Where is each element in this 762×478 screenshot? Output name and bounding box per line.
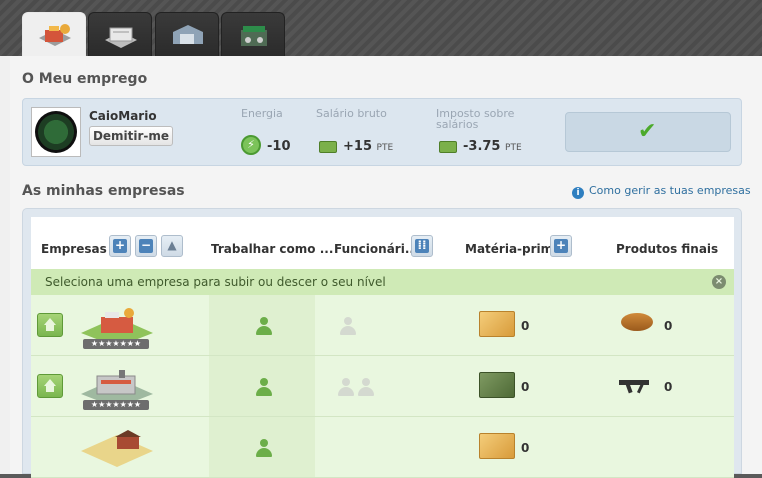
- companies-page: O Meu emprego CaioMario Demitir-me Energ…: [0, 0, 762, 478]
- notice-text: Seleciona uma empresa para subir ou desc…: [45, 275, 386, 289]
- energy-value: -10: [267, 139, 291, 154]
- header-raw-material: Matéria-prima: [465, 242, 562, 256]
- header-employees: Funcionári...: [334, 242, 419, 256]
- plus-icon: +: [554, 238, 568, 253]
- upgrade-company-button[interactable]: ▲: [161, 235, 183, 257]
- company-building-icon: [39, 24, 71, 46]
- raw-material-qty: 0: [521, 380, 530, 394]
- worker-icon: [255, 317, 273, 335]
- username[interactable]: CaioMario: [89, 109, 157, 123]
- table-row[interactable]: 0: [31, 417, 734, 478]
- energy-icon: ⚡: [241, 135, 261, 155]
- table-header: Empresas + − ▲ Trabalhar como ... Funcio…: [31, 217, 734, 269]
- header-companies: Empresas: [41, 242, 107, 256]
- raw-material-crate-icon: [479, 433, 515, 459]
- bread-icon: [621, 313, 653, 331]
- table-row[interactable]: ★★★★★★★ 0 0: [31, 295, 734, 356]
- minus-icon: −: [139, 238, 153, 253]
- close-icon[interactable]: ×: [712, 275, 726, 289]
- farm-company-icon[interactable]: [79, 425, 155, 471]
- raw-material-qty: 0: [521, 319, 530, 333]
- header-work-as: Trabalhar como ...: [211, 242, 334, 256]
- tab-market[interactable]: [221, 12, 285, 56]
- employees-button[interactable]: ⁞⁞: [411, 235, 433, 257]
- market-icon: [241, 26, 267, 46]
- buy-raw-material-button[interactable]: +: [550, 235, 572, 257]
- worker-icon: [255, 439, 273, 457]
- tax-value: -3.75 PTE: [463, 139, 522, 154]
- employees-icon: ⁞⁞: [415, 239, 429, 253]
- employee-slot-icon: [339, 317, 357, 335]
- my-job-title: O Meu emprego: [22, 71, 148, 87]
- plus-icon: +: [113, 238, 127, 253]
- final-product-qty: 0: [664, 380, 673, 394]
- header-final-products: Produtos finais: [616, 242, 719, 256]
- final-product-qty: 0: [664, 319, 673, 333]
- work-button[interactable]: ✔: [565, 112, 731, 152]
- tab-company[interactable]: [22, 12, 86, 58]
- employee-slot-icon: [337, 378, 355, 396]
- raw-material-crate-icon: [479, 311, 515, 337]
- raw-material-qty: 0: [521, 441, 530, 455]
- info-icon: i: [572, 187, 584, 199]
- upgrade-arrow-icon: ▲: [167, 238, 177, 252]
- quit-job-button[interactable]: Demitir-me: [89, 126, 173, 146]
- storage-building-icon: [173, 25, 203, 44]
- salary-label: Salário bruto: [316, 107, 387, 120]
- avatar[interactable]: [31, 107, 81, 157]
- add-company-button[interactable]: +: [109, 235, 131, 257]
- check-icon: ✔: [638, 119, 657, 144]
- company-level-stars: ★★★★★★★: [83, 339, 149, 349]
- tab-warehouse[interactable]: [88, 12, 152, 56]
- tab-bar: [0, 0, 762, 58]
- companies-table: Empresas + − ▲ Trabalhar como ... Funcio…: [22, 208, 742, 478]
- upgrade-button[interactable]: [37, 313, 63, 337]
- weapon-icon: [619, 380, 649, 394]
- warehouse-icon: [105, 27, 137, 48]
- energy-label: Energia: [241, 107, 283, 120]
- salary-value: +15 PTE: [343, 139, 394, 154]
- weapon-raw-material-crate-icon: [479, 372, 515, 398]
- money-icon: [319, 141, 337, 153]
- my-job-card: CaioMario Demitir-me Energia ⚡ -10 Salár…: [22, 98, 742, 166]
- help-link[interactable]: i Como gerir as tuas empresas: [572, 184, 751, 199]
- remove-company-button[interactable]: −: [135, 235, 157, 257]
- table-row[interactable]: ★★★★★★★ 0 0: [31, 356, 734, 417]
- worker-icon: [255, 378, 273, 396]
- tax-label: Imposto sobre salários: [436, 107, 515, 131]
- upgrade-button[interactable]: [37, 374, 63, 398]
- company-level-stars: ★★★★★★★: [83, 400, 149, 410]
- tab-storage[interactable]: [155, 12, 219, 56]
- money-icon: [439, 141, 457, 153]
- info-notice: Seleciona uma empresa para subir ou desc…: [31, 269, 734, 295]
- employee-slot-icon: [357, 378, 375, 396]
- companies-title: As minhas empresas: [22, 183, 185, 199]
